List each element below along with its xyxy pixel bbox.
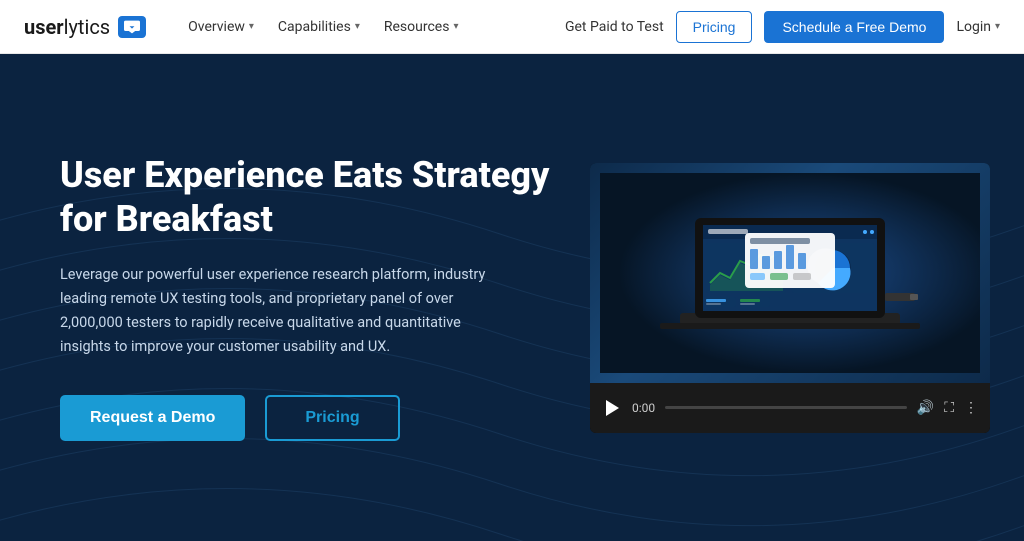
- chevron-down-icon: ▾: [249, 21, 254, 32]
- chat-bubble-icon: [124, 19, 140, 35]
- navbar: userlytics Overview ▾ Capabilities ▾ Res…: [0, 0, 1024, 54]
- hero-section: User Experience Eats Strategy for Breakf…: [0, 54, 1024, 541]
- hero-buttons: Request a Demo Pricing: [60, 395, 550, 441]
- login-menu[interactable]: Login ▾: [956, 19, 1000, 35]
- logo-text: userlytics: [24, 15, 110, 39]
- hero-description: Leverage our powerful user experience re…: [60, 263, 490, 359]
- nav-right: Get Paid to Test Pricing Schedule a Free…: [565, 11, 1000, 43]
- hero-content: User Experience Eats Strategy for Breakf…: [60, 154, 550, 440]
- chevron-down-icon: ▾: [995, 21, 1000, 32]
- video-progress-bar[interactable]: [665, 406, 907, 409]
- schedule-demo-button[interactable]: Schedule a Free Demo: [764, 11, 944, 43]
- video-thumbnail: [590, 163, 990, 383]
- hero-video: 0:00 🔊 ⛶ ⋮: [590, 163, 990, 433]
- hero-title: User Experience Eats Strategy for Breakf…: [60, 154, 550, 240]
- nav-links: Overview ▾ Capabilities ▾ Resources ▾: [178, 11, 565, 43]
- logo-icon: [118, 16, 146, 38]
- video-controls: 0:00 🔊 ⛶ ⋮: [590, 383, 990, 433]
- nav-item-overview[interactable]: Overview ▾: [178, 11, 264, 43]
- pricing-nav-button[interactable]: Pricing: [676, 11, 753, 43]
- nav-item-resources[interactable]: Resources ▾: [374, 11, 469, 43]
- more-options-icon[interactable]: ⋮: [964, 400, 978, 416]
- nav-item-capabilities[interactable]: Capabilities ▾: [268, 11, 370, 43]
- fullscreen-icon[interactable]: ⛶: [944, 400, 954, 416]
- volume-icon[interactable]: 🔊: [917, 400, 934, 416]
- play-button[interactable]: [602, 398, 622, 418]
- get-paid-link[interactable]: Get Paid to Test: [565, 19, 664, 35]
- pricing-hero-button[interactable]: Pricing: [265, 395, 399, 441]
- logo[interactable]: userlytics: [24, 15, 146, 39]
- video-timestamp: 0:00: [632, 401, 655, 415]
- request-demo-button[interactable]: Request a Demo: [60, 395, 245, 441]
- video-player[interactable]: 0:00 🔊 ⛶ ⋮: [590, 163, 990, 433]
- chevron-down-icon: ▾: [355, 21, 360, 32]
- play-icon: [606, 400, 619, 416]
- laptop-illustration: [600, 173, 980, 373]
- chevron-down-icon: ▾: [453, 21, 458, 32]
